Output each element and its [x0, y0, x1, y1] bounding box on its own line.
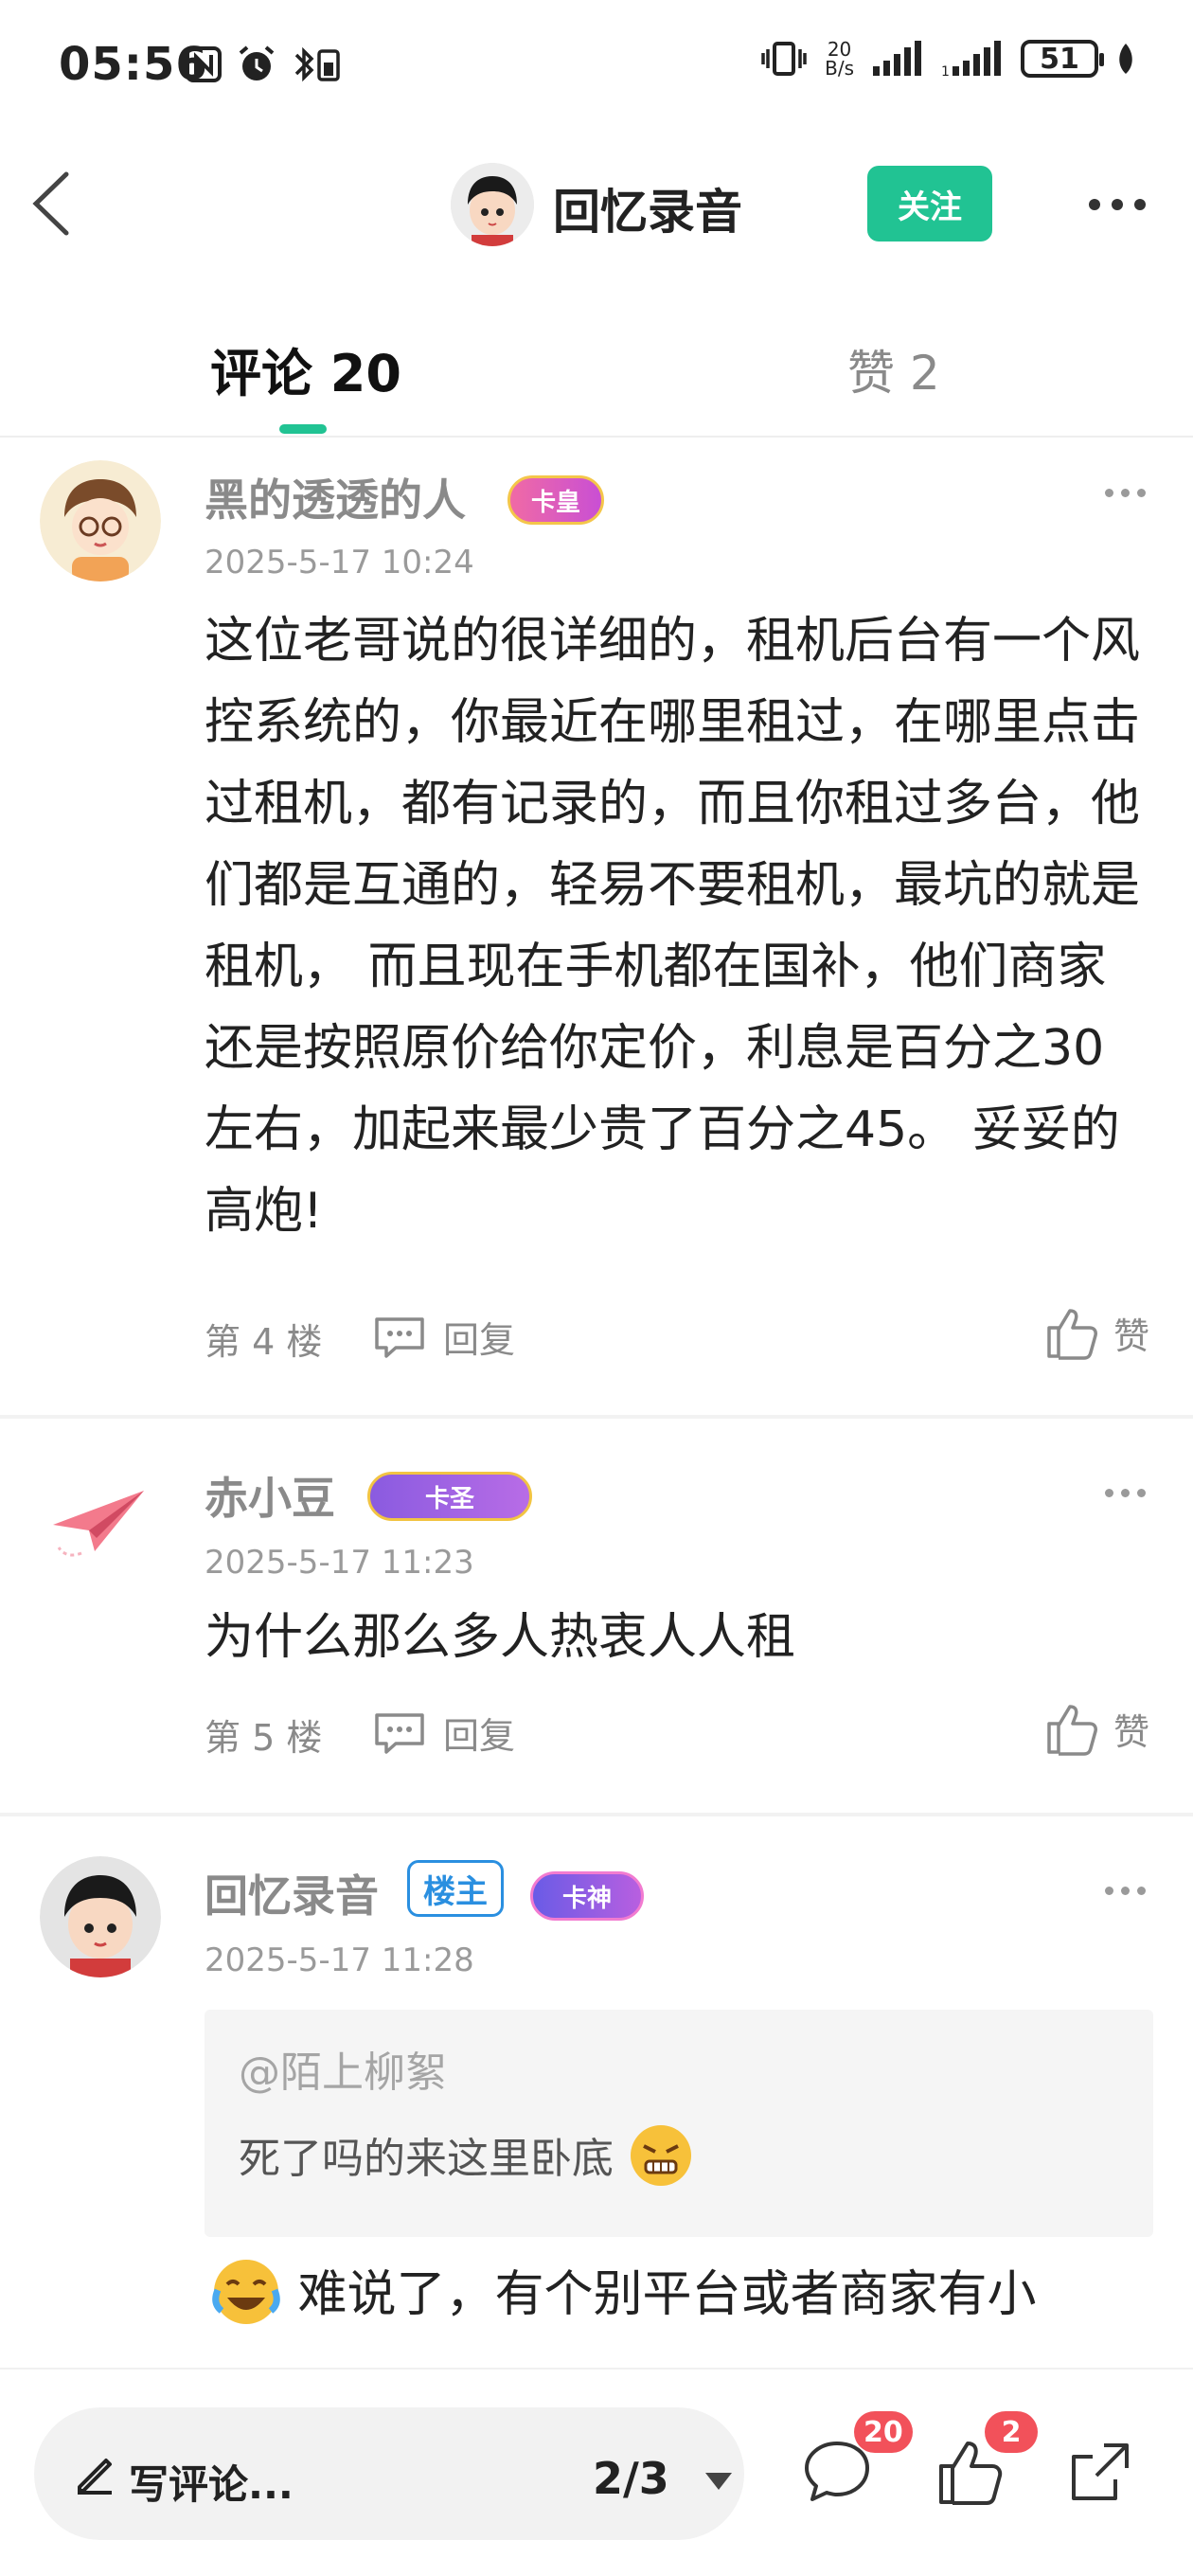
net-speed-value: 20	[827, 38, 852, 61]
tab-active-indicator	[279, 424, 327, 434]
thumbs-up-icon	[1047, 1705, 1097, 1756]
author-avatar-image	[451, 163, 534, 246]
share-icon	[1072, 2443, 1129, 2500]
signal-icon	[873, 41, 921, 76]
nav-title[interactable]: 回忆录音	[553, 174, 742, 242]
comment-username[interactable]: 黑的透透的人	[205, 466, 466, 528]
avatar-image	[40, 460, 161, 581]
comment-item: 赤小豆 卡圣 2025-5-17 11:23 为什么那么多人热衷人人租 第 5 …	[0, 1419, 1193, 1815]
quoted-comment[interactable]: @陌上柳絮 死了吗的来这里卧底	[205, 2010, 1153, 2237]
tab-comments[interactable]: 评论 20	[210, 331, 401, 406]
nfc-icon	[186, 46, 222, 82]
signal-2-icon: 1	[941, 41, 1001, 78]
vibrate-icon	[761, 42, 807, 76]
battery-indicator: 51	[1021, 40, 1104, 78]
back-arrow-icon[interactable]	[28, 170, 76, 237]
status-right-icons: 20 B/s 1 51	[760, 38, 1136, 80]
user-level-badge: 卡神	[530, 1871, 644, 1921]
write-comment-placeholder: 写评论...	[129, 2461, 294, 2508]
avatar-image	[40, 1458, 161, 1580]
comment-count-badge: 20	[854, 2411, 913, 2453]
status-bar: 05:56 20 B/s 1 51	[0, 0, 1193, 133]
avatar[interactable]	[40, 1856, 161, 1977]
comment-text-content: 难说了，有个别平台或者商家有小	[297, 2266, 1037, 2323]
page-indicator-value: 2/3	[593, 2453, 669, 2504]
grimace-emoji-icon	[631, 2125, 691, 2186]
comment-more-icon[interactable]	[1105, 1489, 1146, 1497]
crying-laugh-emoji-icon	[212, 2260, 280, 2324]
nav-bar: 回忆录音 关注	[0, 133, 1193, 275]
comment-item: 黑的透透的人 卡皇 2025-5-17 10:24 这位老哥说的很详细的，租机后…	[0, 438, 1193, 1417]
avatar[interactable]	[40, 460, 161, 581]
more-options-icon[interactable]	[1089, 199, 1146, 210]
op-badge: 楼主	[407, 1860, 504, 1917]
author-avatar[interactable]	[451, 163, 534, 246]
user-level-badge: 卡皇	[507, 475, 604, 525]
user-level-badge: 卡圣	[367, 1472, 532, 1521]
alarm-icon	[239, 45, 275, 80]
reply-icon	[375, 1316, 424, 1358]
dropdown-arrow-icon	[704, 2473, 732, 2490]
svg-text:1: 1	[941, 64, 950, 78]
comment-text: 为什么那么多人热衷人人租	[205, 1609, 796, 1666]
comment-date: 2025-5-17 10:24	[205, 544, 474, 581]
reply-label: 回复	[443, 1319, 516, 1361]
net-speed-unit: B/s	[825, 57, 854, 80]
reply-button[interactable]: 回复	[371, 1311, 515, 1363]
bluetooth-battery-icon	[294, 46, 340, 82]
comment-text: 难说了，有个别平台或者商家有小	[210, 2254, 1148, 2335]
status-left-icons	[185, 44, 344, 85]
quoted-text: 死了吗的来这里卧底	[239, 2121, 695, 2190]
floor-number: 第 5 楼	[205, 1717, 323, 1759]
tab-bar: 评论 20 赞 2	[0, 313, 1193, 438]
comment-date: 2025-5-17 11:28	[205, 1941, 474, 1979]
share-button[interactable]	[1062, 2434, 1138, 2510]
thumbs-up-icon	[1047, 1309, 1097, 1360]
comment-more-icon[interactable]	[1105, 489, 1146, 497]
leaf-icon	[1119, 44, 1132, 74]
write-comment-input[interactable]: 写评论... 2/3	[34, 2407, 744, 2540]
pencil-icon	[78, 2459, 112, 2495]
avatar[interactable]	[40, 1458, 161, 1580]
net-speed: 20 B/s	[825, 40, 854, 78]
follow-button[interactable]: 关注	[867, 166, 992, 242]
avatar-image	[40, 1856, 161, 1977]
bottom-bar: 写评论... 2/3 20 2	[0, 2368, 1193, 2576]
reply-label: 回复	[443, 1715, 516, 1757]
like-button[interactable]: 赞	[1045, 1701, 1149, 1756]
comment-more-icon[interactable]	[1105, 1887, 1146, 1895]
comment-item: 回忆录音 楼主 卡神 2025-5-17 11:28 @陌上柳絮 死了吗的来这里…	[0, 1816, 1193, 2368]
tab-likes[interactable]: 赞 2	[847, 335, 940, 403]
page-indicator[interactable]: 2/3	[593, 2453, 736, 2504]
comment-text: 这位老哥说的很详细的，租机后台有一个风控系统的，你最近在哪里租过，在哪里点击过租…	[205, 613, 1141, 1240]
like-label: 赞	[1113, 1710, 1149, 1753]
comment-username[interactable]: 赤小豆	[205, 1464, 335, 1527]
like-label: 赞	[1113, 1315, 1149, 1357]
reply-button[interactable]: 回复	[371, 1707, 515, 1759]
quoted-text-content: 死了吗的来这里卧底	[239, 2135, 614, 2183]
quoted-username: @陌上柳絮	[239, 2048, 447, 2097]
like-count-badge: 2	[985, 2411, 1038, 2453]
floor-number: 第 4 楼	[205, 1321, 323, 1363]
like-button[interactable]: 赞	[1045, 1305, 1149, 1360]
reply-icon	[375, 1712, 424, 1754]
comment-username[interactable]: 回忆录音	[205, 1862, 379, 1924]
comment-date: 2025-5-17 11:23	[205, 1544, 474, 1582]
